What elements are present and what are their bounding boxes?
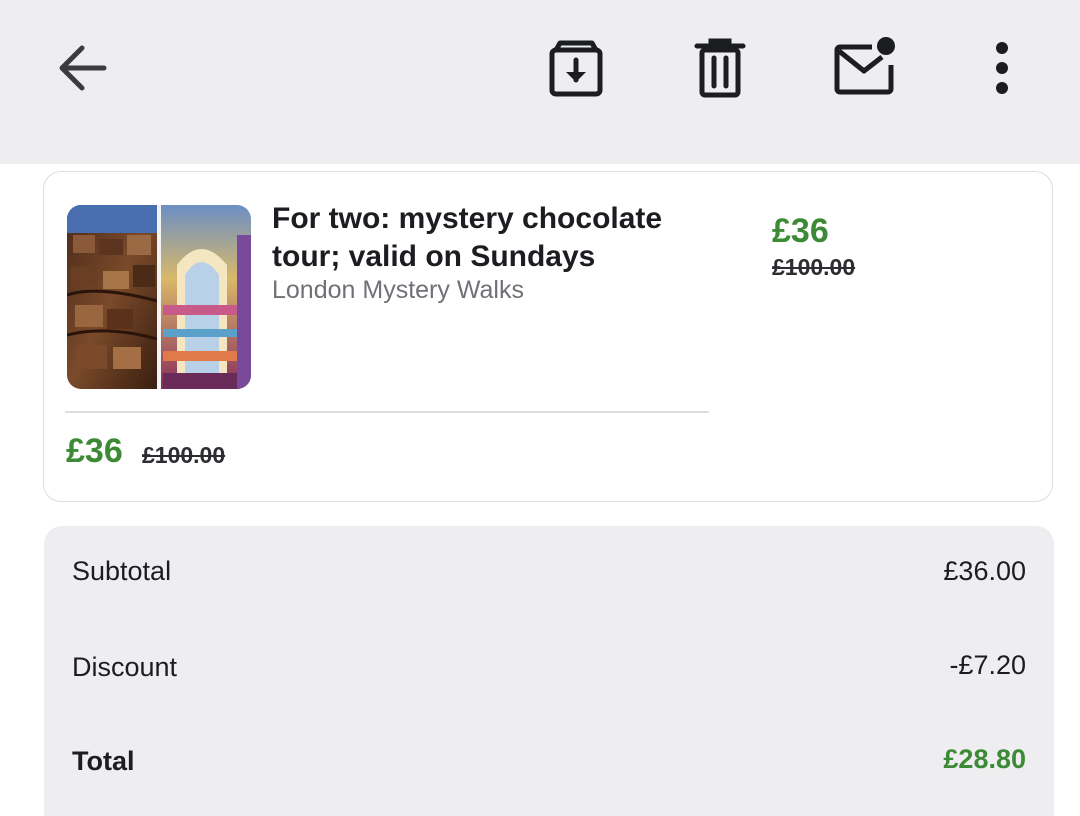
- discount-value: -£7.20: [949, 650, 1026, 680]
- merchant-name: London Mystery Walks: [272, 276, 524, 304]
- total-value: £28.80: [943, 744, 1026, 774]
- original-price-footer: £100.00: [142, 442, 226, 468]
- subtotal-label: Subtotal: [72, 556, 172, 586]
- archive-icon: [549, 40, 603, 97]
- order-summary: Subtotal £36.00 Discount -£7.20 Total £2…: [44, 526, 1054, 816]
- arrow-left-icon: [59, 45, 107, 91]
- deal-card[interactable]: For two: mystery chocolate tour; valid o…: [43, 171, 1053, 502]
- mail-unread-icon: [834, 37, 895, 95]
- divider: [65, 411, 709, 413]
- original-price: £100.00: [772, 254, 856, 280]
- deal-image: [67, 205, 251, 389]
- deal-price-footer: £36: [66, 432, 123, 470]
- deal-title: For two: mystery chocolate tour; valid o…: [272, 202, 663, 273]
- more-vertical-icon: [996, 42, 1008, 94]
- trash-icon: [694, 38, 746, 98]
- total-label: Total: [72, 746, 135, 776]
- back-button[interactable]: [50, 38, 114, 98]
- discount-label: Discount: [72, 652, 178, 682]
- top-app-bar: [0, 0, 1080, 164]
- subtotal-value: £36.00: [943, 556, 1026, 586]
- archive-button[interactable]: [544, 36, 608, 100]
- deal-price: £36: [772, 212, 829, 250]
- delete-button[interactable]: [690, 36, 750, 100]
- more-options-button[interactable]: [980, 36, 1024, 100]
- mark-unread-button[interactable]: [830, 34, 900, 98]
